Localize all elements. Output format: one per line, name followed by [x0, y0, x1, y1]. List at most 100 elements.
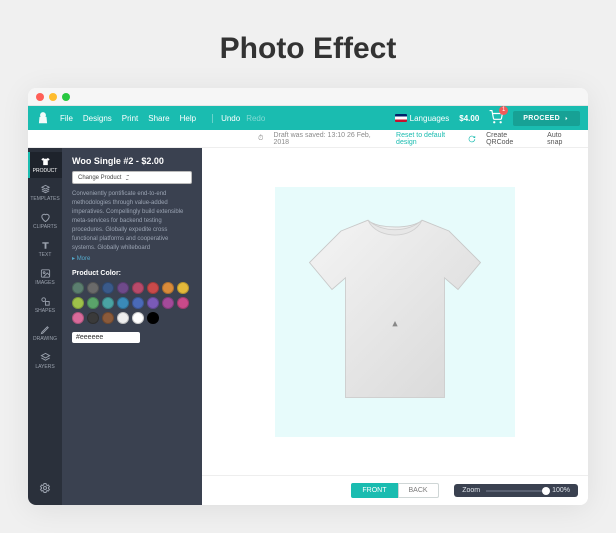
zoom-control[interactable]: Zoom 100% — [454, 484, 578, 497]
language-selector[interactable]: Languages — [395, 114, 450, 123]
zoom-label: Zoom — [462, 487, 480, 494]
window-minimize-icon[interactable] — [49, 93, 57, 101]
rail-label: TEMPLATES — [30, 196, 59, 202]
sidebar-item-templates[interactable]: TEMPLATES — [28, 180, 62, 206]
page-heading: Photo Effect — [220, 32, 397, 66]
color-swatch[interactable] — [117, 282, 129, 294]
window-close-icon[interactable] — [36, 93, 44, 101]
color-swatch[interactable] — [147, 297, 159, 309]
color-swatch[interactable] — [72, 297, 84, 309]
product-title: Woo Single #2 - $2.00 — [72, 156, 192, 166]
color-swatch[interactable] — [87, 312, 99, 324]
sidebar-item-cliparts[interactable]: CLIPARTS — [28, 208, 62, 234]
color-swatch[interactable] — [102, 297, 114, 309]
sidebar-item-product[interactable]: PRODUCT — [28, 152, 62, 178]
menu-share[interactable]: Share — [148, 114, 169, 123]
sidebar-item-shapes[interactable]: SHAPES — [28, 292, 62, 318]
menu-print[interactable]: Print — [122, 114, 138, 123]
product-description: Conveniently pontificate end-to-end meth… — [72, 190, 192, 253]
color-swatch[interactable] — [147, 282, 159, 294]
rail-label: DRAWING — [33, 336, 57, 342]
view-back-button[interactable]: BACK — [398, 483, 439, 498]
proceed-button[interactable]: PROCEED — [513, 111, 580, 126]
rail-label: SHAPES — [35, 308, 55, 314]
sidebar-item-drawing[interactable]: DRAWING — [28, 320, 62, 346]
more-label: More — [77, 256, 91, 262]
color-swatch[interactable] — [162, 282, 174, 294]
color-swatch[interactable] — [132, 297, 144, 309]
shapes-icon — [40, 296, 51, 307]
app-window: File Designs Print Share Help Undo Redo … — [28, 88, 588, 505]
product-color-label: Product Color: — [72, 270, 192, 277]
top-menu-bar: File Designs Print Share Help Undo Redo … — [28, 106, 588, 130]
color-swatch[interactable] — [72, 282, 84, 294]
settings-button[interactable] — [39, 481, 51, 499]
rail-label: CLIPARTS — [33, 224, 57, 230]
color-swatch[interactable] — [162, 297, 174, 309]
chevron-right-icon — [563, 115, 570, 122]
layers-icon — [40, 352, 51, 363]
sidebar-item-images[interactable]: IMAGES — [28, 264, 62, 290]
change-product-label: Change Product — [78, 175, 121, 181]
menu-file[interactable]: File — [60, 114, 73, 123]
rail-label: PRODUCT — [33, 168, 58, 174]
gear-icon — [39, 482, 51, 494]
more-link[interactable]: ▸ More — [72, 255, 192, 262]
text-icon — [40, 240, 51, 251]
refresh-icon — [468, 135, 476, 143]
pencil-icon — [40, 324, 51, 335]
undo-redo-group: Undo Redo — [212, 114, 265, 123]
color-swatch[interactable] — [87, 282, 99, 294]
color-swatch[interactable] — [147, 312, 159, 324]
cart-button[interactable]: 1 — [489, 110, 503, 126]
heart-icon — [40, 212, 51, 223]
swap-icon — [124, 174, 131, 181]
zoom-value: 100% — [552, 487, 570, 494]
color-swatch[interactable] — [87, 297, 99, 309]
sidebar-item-layers[interactable]: LAYERS — [28, 348, 62, 374]
color-swatch[interactable] — [132, 282, 144, 294]
view-switcher: FRONT BACK — [351, 483, 438, 498]
status-bar: ⏱ Draft was saved: 13:10 26 Feb, 2018 Re… — [28, 130, 588, 148]
auto-snap-toggle[interactable]: Auto snap — [547, 132, 578, 146]
menu-designs[interactable]: Designs — [83, 114, 112, 123]
rail-label: LAYERS — [35, 364, 54, 370]
main-menu: File Designs Print Share Help — [60, 114, 196, 123]
sidebar-rail: PRODUCT TEMPLATES CLIPARTS TEXT IMAGES S… — [28, 148, 62, 505]
window-maximize-icon[interactable] — [62, 93, 70, 101]
price-display: $4.00 — [459, 114, 479, 123]
menu-help[interactable]: Help — [180, 114, 196, 123]
view-front-button[interactable]: FRONT — [351, 483, 397, 498]
hex-input[interactable] — [72, 332, 140, 343]
app-body: PRODUCT TEMPLATES CLIPARTS TEXT IMAGES S… — [28, 148, 588, 505]
color-swatch[interactable] — [177, 282, 189, 294]
color-swatch[interactable] — [132, 312, 144, 324]
color-swatches — [72, 282, 192, 324]
change-product-button[interactable]: Change Product — [72, 171, 192, 184]
undo-button[interactable]: Undo — [221, 114, 240, 123]
zoom-slider[interactable] — [486, 490, 546, 492]
image-icon — [40, 268, 51, 279]
canvas-bottom-bar: FRONT BACK Zoom 100% — [202, 475, 588, 505]
rail-label: IMAGES — [35, 280, 54, 286]
template-icon — [40, 184, 51, 195]
tshirt-mockup — [305, 212, 485, 412]
zoom-thumb[interactable] — [542, 487, 550, 495]
color-swatch[interactable] — [102, 282, 114, 294]
redo-button[interactable]: Redo — [246, 114, 265, 123]
sidebar-item-text[interactable]: TEXT — [28, 236, 62, 262]
reset-design-link[interactable]: Reset to default design — [396, 132, 476, 146]
app-logo-icon — [36, 111, 50, 125]
canvas-area: FRONT BACK Zoom 100% — [202, 148, 588, 505]
flag-icon — [395, 114, 407, 122]
language-label: Languages — [410, 114, 450, 123]
color-swatch[interactable] — [117, 312, 129, 324]
color-swatch[interactable] — [102, 312, 114, 324]
color-swatch[interactable] — [177, 297, 189, 309]
design-canvas[interactable] — [202, 148, 588, 475]
proceed-label: PROCEED — [523, 115, 560, 122]
create-qrcode-link[interactable]: Create QRCode — [486, 132, 535, 146]
color-swatch[interactable] — [117, 297, 129, 309]
product-panel: Woo Single #2 - $2.00 Change Product Con… — [62, 148, 202, 505]
color-swatch[interactable] — [72, 312, 84, 324]
